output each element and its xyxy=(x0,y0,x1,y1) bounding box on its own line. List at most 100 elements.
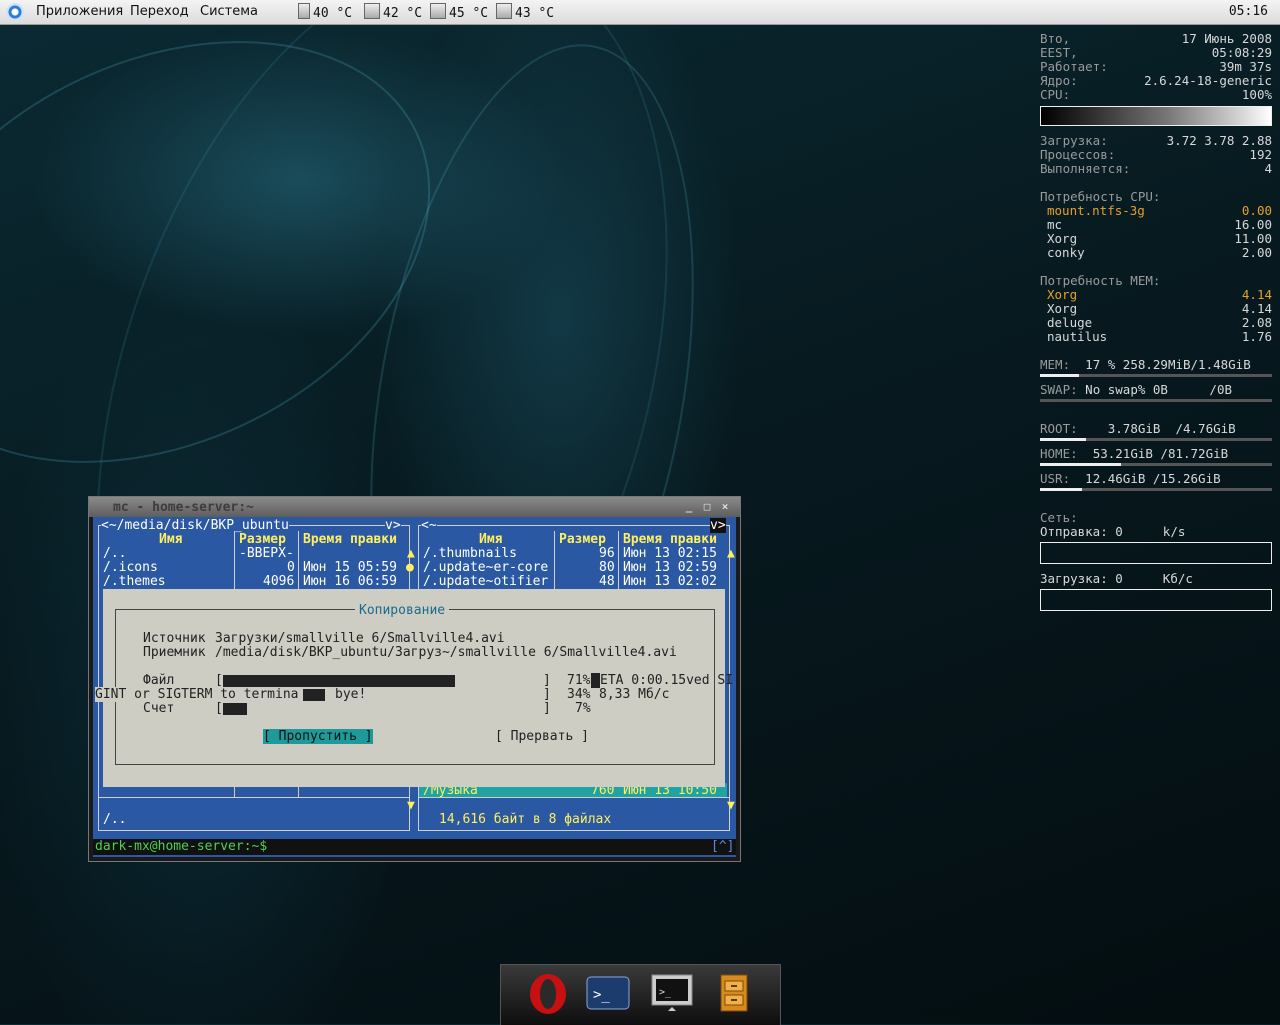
mem-top-title: Потребность MEM: xyxy=(1040,273,1161,288)
temp-sensor-4[interactable]: 43 °C xyxy=(496,3,554,21)
cpu-label: CPU: xyxy=(1040,87,1071,102)
window-title: mc - home-server:~ xyxy=(113,500,254,515)
menu-system[interactable]: Система xyxy=(200,4,258,19)
abort-button[interactable]: [ Прервать ] xyxy=(495,729,589,744)
file-cabinet-icon[interactable] xyxy=(711,971,757,1017)
file-row-mtime: Июн 16 06:59 xyxy=(303,574,397,589)
home-bar xyxy=(1040,463,1272,466)
swap-total: /0B xyxy=(1209,382,1232,397)
file-row-name[interactable]: /.themes xyxy=(103,574,166,589)
temp-sensor-1[interactable]: 40 °C xyxy=(298,3,352,21)
menu-places[interactable]: Переход xyxy=(130,4,189,19)
bracket-open: [ xyxy=(215,673,223,688)
command-line[interactable]: dark-mx@home-server:~$ [^] xyxy=(93,839,736,855)
monitor-terminal-icon[interactable]: >_ xyxy=(649,971,695,1017)
usr-bar xyxy=(1040,488,1272,491)
file-row-name[interactable]: /.update~er-core xyxy=(423,560,548,575)
temp-value: 43 °C xyxy=(515,6,555,21)
temp-value: 40 °C xyxy=(313,6,353,21)
left-col-name[interactable]: Имя xyxy=(159,532,182,547)
right-path-button[interactable]: v> xyxy=(710,518,726,533)
file-row-mtime: Июн 15 05:59 xyxy=(303,560,397,575)
bracket-close: ] xyxy=(543,687,551,702)
root-bar-fill xyxy=(1040,438,1087,441)
file-row-name[interactable]: /.. xyxy=(103,546,126,561)
uptime-label: Работает: xyxy=(1040,59,1108,74)
temp-value: 45 °C xyxy=(449,6,489,21)
window-titlebar[interactable]: mc - home-server:~ _ □ × xyxy=(89,497,740,517)
cpu-top-name: conky xyxy=(1047,245,1085,260)
transfer-rate: 8,33 Мб/с xyxy=(599,687,670,702)
svg-text:>_: >_ xyxy=(593,987,610,1003)
mem-top-name: Xorg xyxy=(1047,287,1078,302)
count-label: Счет xyxy=(143,701,175,716)
left-col-mtime[interactable]: Время правки xyxy=(303,532,397,547)
right-col-size[interactable]: Размер xyxy=(559,532,606,547)
scroll-down-icon[interactable]: ▼ xyxy=(407,798,415,813)
mem-label: MEM: xyxy=(1040,357,1071,372)
left-path[interactable]: <~/media/disk/BKP_ubuntu xyxy=(101,518,289,533)
scroll-up-icon[interactable]: ▲ xyxy=(727,546,735,561)
mem-top-name: deluge xyxy=(1047,315,1093,330)
file-row-size: 80 xyxy=(599,560,615,575)
running-label: Выполняется: xyxy=(1040,161,1131,176)
mem-top-name: Xorg xyxy=(1047,301,1078,316)
right-col-name[interactable]: Имя xyxy=(479,532,502,547)
file-progress-percent: 71% xyxy=(567,673,591,688)
file-row-size: 48 xyxy=(599,574,615,589)
download-unit: Кб/с xyxy=(1162,571,1193,586)
terminal-area[interactable]: <~/media/disk/BKP_ubuntu v> Имя Размер В… xyxy=(93,517,736,857)
panel-clock[interactable]: 05:16 xyxy=(1229,4,1268,19)
cpu-top-name: mount.ntfs-3g xyxy=(1047,203,1145,218)
right-col-mtime[interactable]: Время правки xyxy=(623,532,717,547)
file-progress-label: Файл xyxy=(143,673,175,688)
cpu-top-value: 16.00 xyxy=(1234,217,1272,232)
uptime-value: 39m 37s xyxy=(1219,59,1272,74)
total-progress-percent: 34% xyxy=(567,687,591,702)
temp-sensor-2[interactable]: 42 °C xyxy=(364,3,422,21)
shell-prompt[interactable]: dark-mx@home-server:~$ xyxy=(95,839,267,854)
procs-label: Процессов: xyxy=(1040,147,1116,162)
mc-terminal-window[interactable]: mc - home-server:~ _ □ × <~/media/disk/B… xyxy=(88,496,741,862)
minimize-icon[interactable]: _ xyxy=(683,501,695,513)
right-mini-status: 14,616 байт в 8 файлах xyxy=(439,812,612,827)
dock: >_ >_ xyxy=(500,964,781,1025)
cpu-top-name: Xorg xyxy=(1047,231,1078,246)
left-col-size[interactable]: Размер xyxy=(239,532,286,547)
scroll-down-icon[interactable]: ▼ xyxy=(727,798,735,813)
left-path-button[interactable]: v> xyxy=(385,518,401,533)
file-row-name[interactable]: /.icons xyxy=(103,560,158,575)
opera-icon[interactable] xyxy=(525,971,571,1017)
right-path[interactable]: <~ xyxy=(421,518,437,533)
ubuntu-logo-icon[interactable] xyxy=(6,3,24,21)
home-bar-fill xyxy=(1040,463,1122,466)
file-row-name[interactable]: /.thumbnails xyxy=(423,546,517,561)
scroll-up-icon[interactable]: ▲ xyxy=(407,546,415,561)
file-row-size: 4096 xyxy=(263,574,295,589)
skip-button[interactable]: [ Пропустить ] xyxy=(263,729,373,744)
file-row-mtime: Июн 13 02:02 xyxy=(623,574,717,589)
menu-applications[interactable]: Приложения xyxy=(36,4,123,19)
cpu-graph xyxy=(1040,106,1272,126)
temp-sensor-3[interactable]: 45 °C xyxy=(430,3,488,21)
history-button[interactable]: [^] xyxy=(711,839,734,854)
bracket-close: ] xyxy=(543,701,551,716)
cursor-block xyxy=(591,673,600,688)
terminal-icon[interactable]: >_ xyxy=(585,971,631,1017)
copy-dialog[interactable]: Копирование Источник Загрузки/smallville… xyxy=(95,589,733,787)
mem-top-value: 4.14 xyxy=(1241,301,1272,316)
swap-label: SWAP: xyxy=(1040,382,1078,397)
garbled-block xyxy=(303,689,325,701)
usr-bar-fill xyxy=(1040,488,1082,491)
scroll-position-icon[interactable]: ● xyxy=(406,560,414,575)
file-row-name[interactable]: /.update~otifier xyxy=(423,574,548,589)
signal-bye: bye! xyxy=(335,687,367,702)
top-panel: Приложения Переход Система 40 °C 42 °C 4… xyxy=(0,0,1280,25)
close-icon[interactable]: × xyxy=(719,501,731,513)
cpu-top-name: mc xyxy=(1047,217,1063,232)
date-value: 17 Июнь 2008 xyxy=(1181,31,1272,46)
maximize-icon[interactable]: □ xyxy=(701,501,713,513)
swap-bar xyxy=(1040,399,1272,402)
count-progress-bar xyxy=(223,703,247,715)
kernel-label: Ядро: xyxy=(1040,73,1078,88)
